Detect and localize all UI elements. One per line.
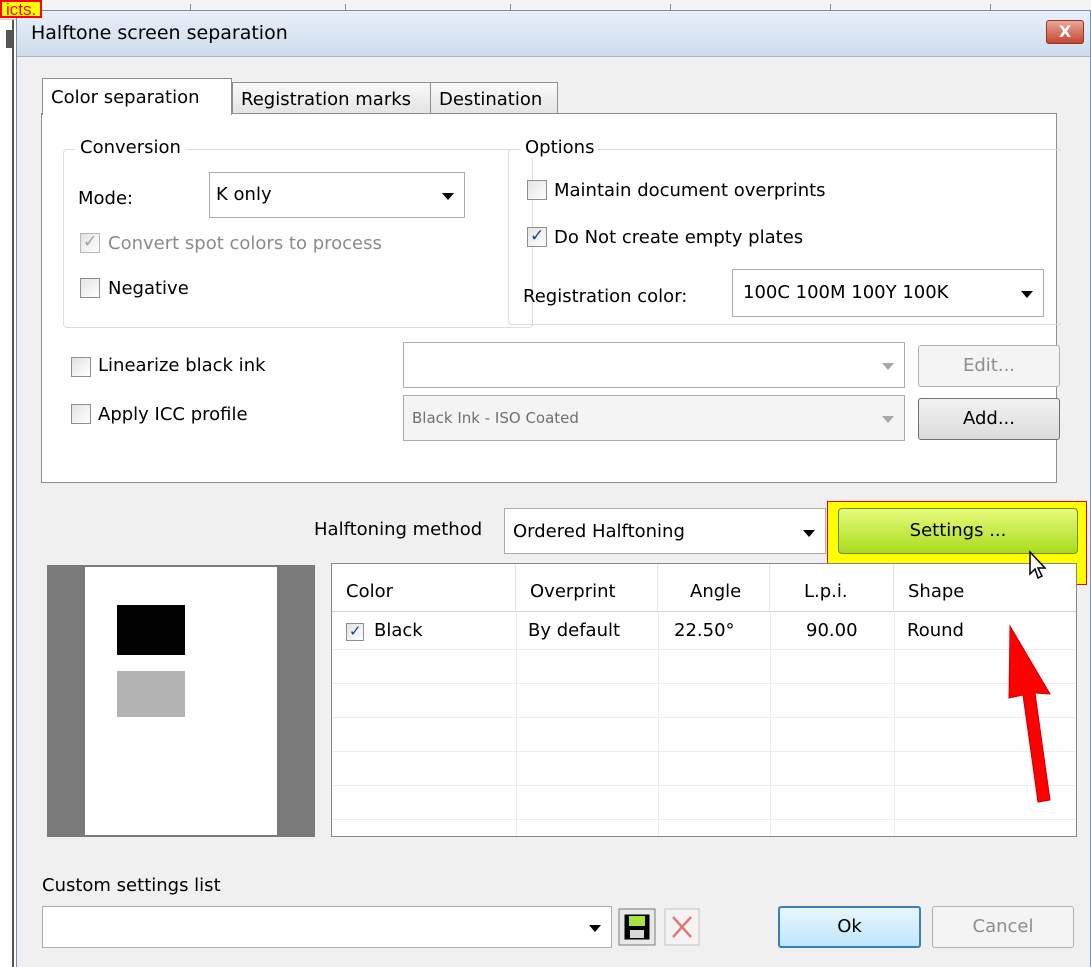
column-header-overprint[interactable]: Overprint [516,564,658,612]
background-edge [12,20,14,967]
ok-button[interactable]: Ok [778,906,921,948]
cell-color: Black [374,620,423,641]
mouse-cursor-icon [1029,550,1047,580]
add-button[interactable]: Add... [918,398,1060,440]
icc-profile-value: Black Ink - ISO Coated [412,409,579,427]
dropdown-arrow-icon [882,363,894,370]
dropdown-arrow-icon [882,416,894,423]
column-header-color[interactable]: Color [332,564,516,612]
convert-spot-label: Convert spot colors to process [108,233,382,254]
no-empty-plates-checkbox[interactable]: ✓ [527,226,547,247]
mode-value: K only [216,184,272,205]
save-icon[interactable] [618,908,656,946]
apply-icc-checkbox[interactable] [71,404,91,424]
column-divider [658,612,659,836]
column-header-lpi[interactable]: L.p.i. [770,564,894,612]
linearize-checkbox[interactable] [71,357,91,377]
mode-dropdown[interactable]: K only [209,172,465,218]
background-marker [6,30,12,48]
preview-page [85,567,277,835]
dropdown-arrow-icon [803,530,815,537]
apply-icc-label: Apply ICC profile [98,404,248,425]
no-empty-plates-label: Do Not create empty plates [554,227,804,248]
grid-header: Color Overprint Angle L.p.i. Shape [332,564,1076,612]
settings-button[interactable]: Settings ... [838,508,1078,554]
black-plate-swatch [117,605,185,655]
row-divider [332,785,1076,786]
plates-grid: Color Overprint Angle L.p.i. Shape ✓ Bla… [331,563,1077,837]
custom-settings-label: Custom settings list [42,875,221,896]
cell-lpi: 90.00 [806,620,858,641]
column-divider [770,612,771,836]
registration-color-value: 100C 100M 100Y 100K [743,282,949,303]
options-legend: Options [521,137,599,158]
column-divider [894,612,895,836]
halftoning-method-dropdown[interactable]: Ordered Halftoning [504,508,826,554]
row-divider [332,683,1076,684]
registration-color-dropdown[interactable]: 100C 100M 100Y 100K [732,269,1044,317]
custom-settings-dropdown[interactable] [42,906,612,948]
row-divider [332,751,1076,752]
close-icon[interactable]: X [1046,20,1084,44]
title-bar: Halftone screen separation X [17,11,1090,57]
icc-profile-dropdown[interactable]: Black Ink - ISO Coated [403,395,905,441]
negative-checkbox[interactable] [80,278,100,298]
row-divider [332,717,1076,718]
mode-label: Mode: [78,188,134,209]
cell-shape: Round [907,620,964,641]
dropdown-arrow-icon [1021,291,1033,298]
checkmark-icon: ✓ [83,232,98,252]
dropdown-arrow-icon [442,193,454,200]
convert-spot-checkbox[interactable]: ✓ [80,232,100,253]
edit-button[interactable]: Edit... [918,345,1060,387]
halftoning-method-value: Ordered Halftoning [513,521,685,542]
cell-angle: 22.50° [674,620,735,641]
linearize-dropdown[interactable] [403,342,905,388]
dropdown-arrow-icon [589,925,601,932]
registration-color-label: Registration color: [523,286,688,307]
maintain-overprints-checkbox[interactable] [527,180,547,200]
separation-preview [47,565,315,837]
checkmark-icon: ✓ [530,226,545,246]
checkmark-icon: ✓ [349,622,362,640]
column-divider [516,612,517,836]
gray-plate-swatch [117,671,185,717]
tab-panel: Conversion Mode: K only ✓ Convert spot c… [41,113,1062,483]
cell-overprint: By default [528,620,621,641]
tab-color-separation[interactable]: Color separation [42,78,232,115]
black-plate-checkbox[interactable]: ✓ [346,622,364,641]
negative-label: Negative [108,278,189,299]
red-arrow-annotation [1008,624,1051,803]
row-divider [332,649,1076,650]
conversion-legend: Conversion [76,137,185,158]
annotation-label: icts. [0,0,43,18]
tab-destination[interactable]: Destination [430,82,558,114]
linearize-label: Linearize black ink [98,355,266,376]
row-divider [332,819,1076,820]
halftoning-method-label: Halftoning method [314,519,483,540]
tab-registration-marks[interactable]: Registration marks [232,82,431,114]
dialog-title: Halftone screen separation [31,22,288,44]
maintain-overprints-label: Maintain document overprints [554,180,826,201]
cancel-button[interactable]: Cancel [932,906,1074,948]
delete-icon[interactable] [664,908,700,946]
column-header-angle[interactable]: Angle [658,564,770,612]
